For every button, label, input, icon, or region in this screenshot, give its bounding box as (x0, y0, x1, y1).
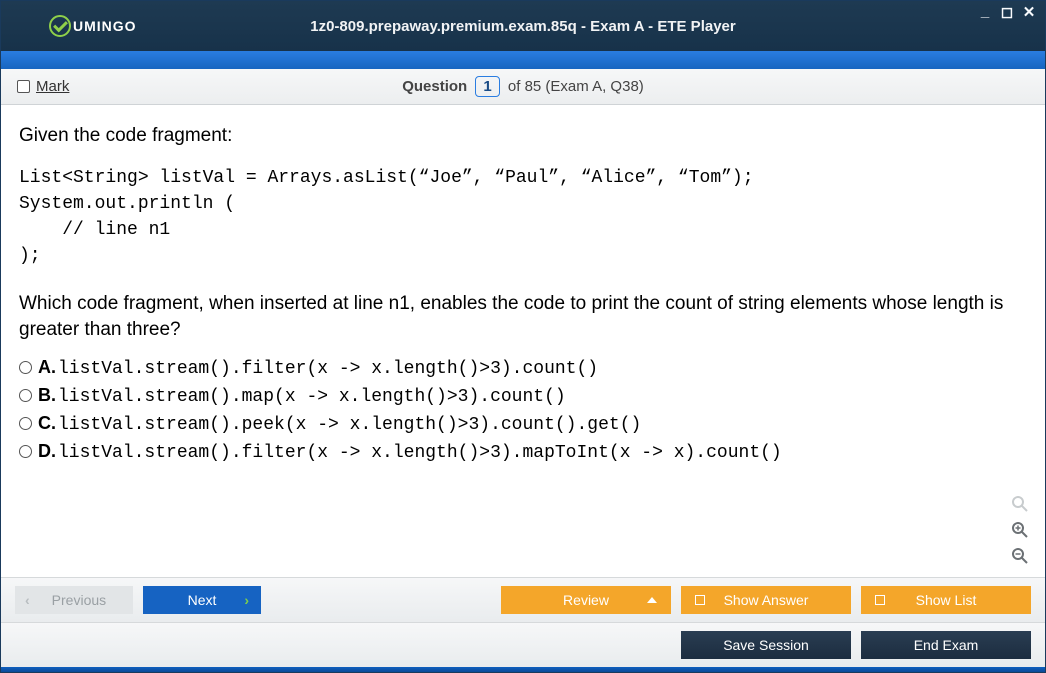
question-content: Given the code fragment: List<String> li… (1, 105, 1045, 577)
question-header: Mark Question 1 of 85 (Exam A, Q38) (1, 69, 1045, 105)
option-a[interactable]: A.listVal.stream().filter(x -> x.length(… (19, 357, 1027, 379)
option-code: listVal.stream().map(x -> x.length()>3).… (58, 387, 566, 407)
option-c[interactable]: C.listVal.stream().peek(x -> x.length()>… (19, 413, 1027, 435)
chevron-right-icon: › (244, 592, 249, 608)
check-circle-icon (49, 15, 71, 37)
show-list-label: Show List (916, 592, 977, 608)
question-indicator: Question 1 of 85 (Exam A, Q38) (1, 76, 1045, 97)
square-icon (875, 595, 885, 605)
accent-strip (1, 51, 1045, 69)
radio-icon[interactable] (19, 389, 32, 402)
option-code: listVal.stream().filter(x -> x.length()>… (58, 359, 598, 379)
option-letter: B. (38, 385, 56, 405)
review-button[interactable]: Review (501, 586, 671, 614)
mark-label: Mark (36, 78, 69, 95)
end-exam-label: End Exam (914, 637, 979, 653)
radio-icon[interactable] (19, 445, 32, 458)
zoom-in-icon[interactable] (1009, 519, 1031, 541)
bottom-bar: Save Session End Exam (1, 622, 1045, 667)
checkbox-icon[interactable] (17, 80, 30, 93)
end-exam-button[interactable]: End Exam (861, 631, 1031, 659)
save-session-button[interactable]: Save Session (681, 631, 851, 659)
option-letter: D. (38, 441, 56, 461)
previous-label: Previous (52, 592, 106, 608)
app-logo: UMINGO (49, 15, 137, 37)
option-code: listVal.stream().filter(x -> x.length()>… (58, 443, 782, 463)
option-d[interactable]: D.listVal.stream().filter(x -> x.length(… (19, 441, 1027, 463)
next-label: Next (188, 592, 217, 608)
show-answer-label: Show Answer (724, 592, 809, 608)
save-session-label: Save Session (723, 637, 809, 653)
option-code: listVal.stream().peek(x -> x.length()>3)… (58, 415, 641, 435)
chevron-left-icon: ‹ (25, 592, 30, 608)
window-title: 1z0-809.prepaway.premium.exam.85q - Exam… (1, 18, 1045, 35)
logo-text: UMINGO (73, 18, 137, 34)
maximize-icon[interactable]: ◻ (999, 3, 1015, 21)
mark-toggle[interactable]: Mark (17, 78, 69, 95)
question-number-box[interactable]: 1 (475, 76, 499, 97)
radio-icon[interactable] (19, 417, 32, 430)
previous-button[interactable]: ‹ Previous (15, 586, 133, 614)
options-list: A.listVal.stream().filter(x -> x.length(… (19, 357, 1027, 463)
navigation-bar: ‹ Previous Next › Review Show Answer Sho… (1, 577, 1045, 622)
minimize-icon[interactable]: _ (977, 3, 993, 21)
question-text: Which code fragment, when inserted at li… (19, 291, 1027, 342)
show-list-button[interactable]: Show List (861, 586, 1031, 614)
show-answer-button[interactable]: Show Answer (681, 586, 851, 614)
code-fragment: List<String> listVal = Arrays.asList(“Jo… (19, 165, 1027, 269)
option-b[interactable]: B.listVal.stream().map(x -> x.length()>3… (19, 385, 1027, 407)
zoom-out-icon[interactable] (1009, 545, 1031, 567)
window-controls: _ ◻ ✕ (977, 3, 1037, 21)
search-icon[interactable] (1009, 493, 1031, 515)
close-icon[interactable]: ✕ (1021, 3, 1037, 21)
zoom-tools (1009, 493, 1031, 567)
review-label: Review (563, 592, 609, 608)
radio-icon[interactable] (19, 361, 32, 374)
square-icon (695, 595, 705, 605)
next-button[interactable]: Next › (143, 586, 261, 614)
option-letter: A. (38, 357, 56, 377)
question-word: Question (402, 78, 467, 95)
option-letter: C. (38, 413, 56, 433)
question-total: of 85 (Exam A, Q38) (508, 78, 644, 95)
bottom-accent-strip (1, 667, 1045, 672)
title-bar: UMINGO 1z0-809.prepaway.premium.exam.85q… (1, 1, 1045, 51)
triangle-up-icon (647, 597, 657, 603)
question-prompt: Given the code fragment: (19, 125, 1027, 147)
